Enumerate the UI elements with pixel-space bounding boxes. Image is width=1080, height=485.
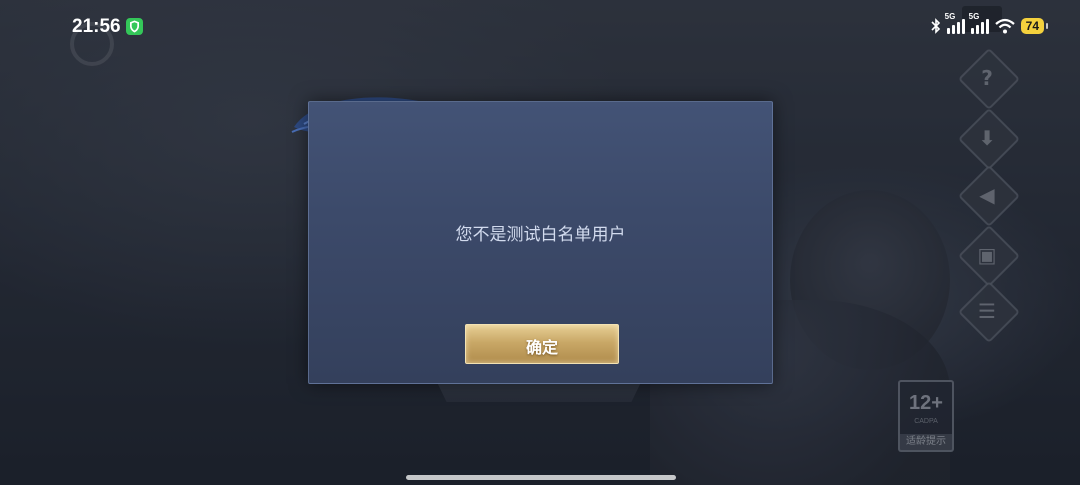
status-time: 21:56 xyxy=(72,16,121,37)
confirm-button-label: 确定 xyxy=(525,338,558,357)
game-login-screen: ? ⬇ ◀ ▣ ☰ 12+ CADPA 适龄提示 21:56 5G 5G 74 … xyxy=(0,0,1080,485)
signal-icon: 5G xyxy=(945,12,965,34)
shield-icon xyxy=(126,18,143,35)
alert-dialog: 您不是测试白名单用户 确定 xyxy=(308,101,773,384)
wifi-icon xyxy=(994,18,1015,34)
signal-1-label: 5G xyxy=(944,12,956,21)
dialog-message: 您不是测试白名单用户 xyxy=(455,225,626,245)
signal-2-label: 5G xyxy=(968,12,980,21)
bluetooth-icon xyxy=(931,18,940,34)
confirm-button[interactable]: 确定 xyxy=(465,324,619,364)
signal-icon-2: 5G xyxy=(969,12,989,34)
status-bar: 21:56 5G 5G 74 xyxy=(0,0,1080,52)
status-icons: 5G 5G 74 xyxy=(931,12,1049,37)
battery-icon: 74 xyxy=(1020,18,1049,34)
home-indicator[interactable] xyxy=(406,475,676,480)
